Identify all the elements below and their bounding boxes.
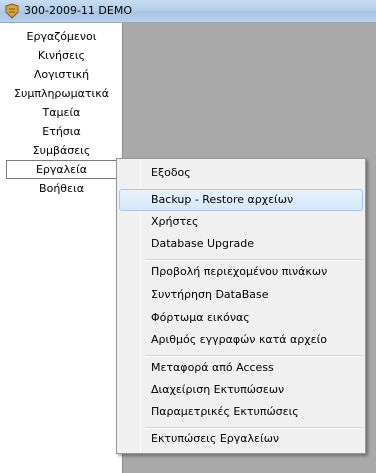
main-menu-panel: Εργαζόμενοι Κινήσεις Λογιστική Συμπληρωμ…	[0, 23, 123, 473]
menu-backup-restore[interactable]: Backup - Restore αρχείων	[119, 189, 363, 211]
menu-record-count[interactable]: Αριθμός εγγραφών κατά αρχείο	[119, 329, 363, 351]
menu-parametric-prints[interactable]: Παραμετρικές Εκτυπώσεις	[119, 401, 363, 423]
title-bar[interactable]: 300-2009-11 DEMO	[0, 0, 376, 23]
menu-print-management[interactable]: Διαχείριση Εκτυπώσεων	[119, 379, 363, 401]
menu-item-contracts[interactable]: Συμβάσεις	[0, 141, 123, 160]
app-icon	[5, 3, 19, 19]
menu-item-annual[interactable]: Ετήσια	[0, 122, 123, 141]
menu-load-image[interactable]: Φόρτωμα εικόνας	[119, 307, 363, 329]
menu-exit[interactable]: Εξοδος	[119, 162, 363, 184]
menu-tool-prints[interactable]: Εκτυπώσεις Εργαλείων	[119, 428, 363, 450]
tools-dropdown-menu: Εξοδος Backup - Restore αρχείων Χρήστες …	[116, 158, 366, 454]
menu-view-tables[interactable]: Προβολή περιεχομένου πινάκων	[119, 261, 363, 283]
menu-database-upgrade[interactable]: Database Upgrade	[119, 233, 363, 255]
menu-item-supplementary[interactable]: Συμπληρωματικά	[0, 84, 123, 103]
window-title: 300-2009-11 DEMO	[24, 4, 132, 17]
menu-item-movements[interactable]: Κινήσεις	[0, 46, 123, 65]
menu-users[interactable]: Χρήστες	[119, 211, 363, 233]
menu-item-tools[interactable]: Εργαλεία	[6, 160, 117, 179]
menu-item-employees[interactable]: Εργαζόμενοι	[0, 27, 123, 46]
menu-item-help[interactable]: Βοήθεια	[0, 179, 123, 198]
menu-item-accounting[interactable]: Λογιστική	[0, 65, 123, 84]
menu-database-maintenance[interactable]: Συντήρηση DataBase	[119, 284, 363, 306]
menu-item-funds[interactable]: Ταμεία	[0, 103, 123, 122]
menu-transfer-access[interactable]: Μεταφορά από Access	[119, 357, 363, 379]
